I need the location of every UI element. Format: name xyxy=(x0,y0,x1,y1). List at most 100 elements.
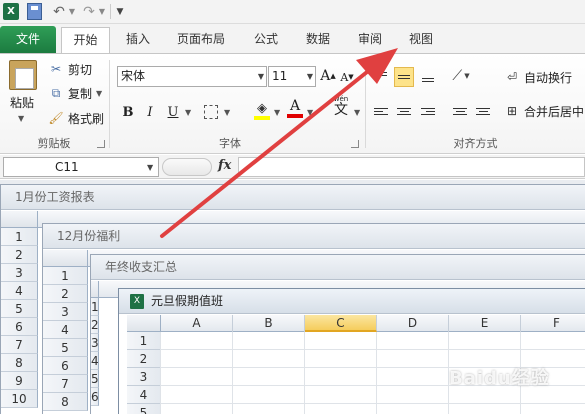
copy-icon: ⧉ xyxy=(51,85,61,100)
row-header[interactable]: 6 xyxy=(1,318,38,336)
undo-icon[interactable]: ↶ xyxy=(52,3,66,20)
font-launcher-icon[interactable] xyxy=(351,140,359,148)
tab-page-layout[interactable]: 页面布局 xyxy=(170,27,232,54)
cut-button[interactable]: ✂ 剪切 xyxy=(48,60,92,78)
excel-icon[interactable]: X xyxy=(3,3,19,20)
font-name-select[interactable]: 宋体 ▼ xyxy=(117,66,267,87)
row-header[interactable]: 2 xyxy=(43,285,88,303)
underline-button[interactable]: U xyxy=(164,102,182,122)
column-header[interactable]: C xyxy=(305,315,377,332)
decrease-indent-button[interactable] xyxy=(450,101,470,121)
underline-dropdown-icon[interactable]: ▼ xyxy=(185,108,191,117)
row-header[interactable]: 1 xyxy=(127,332,161,350)
select-all-corner[interactable] xyxy=(1,211,38,228)
row-header[interactable]: 4 xyxy=(127,386,161,404)
gridline xyxy=(232,332,233,414)
tab-review[interactable]: 审阅 xyxy=(352,27,388,54)
row-header[interactable]: 7 xyxy=(43,375,88,393)
formula-bar-splitter[interactable] xyxy=(162,158,212,176)
tab-view[interactable]: 视图 xyxy=(403,27,439,54)
paste-button[interactable]: 粘贴 xyxy=(10,94,34,111)
row-header[interactable]: 3 xyxy=(127,368,161,386)
tab-insert[interactable]: 插入 xyxy=(120,27,156,54)
row-header[interactable]: 7 xyxy=(1,336,38,354)
middle-align-button[interactable] xyxy=(394,67,414,87)
row-header[interactable]: 10 xyxy=(1,390,38,408)
borders-button[interactable] xyxy=(200,102,222,122)
redo-icon[interactable]: ↷ xyxy=(82,3,96,20)
customize-toolbar-icon[interactable]: ▼ xyxy=(115,3,125,20)
align-left-button[interactable] xyxy=(371,101,391,121)
formula-input[interactable] xyxy=(238,157,585,177)
redo-dropdown-icon[interactable]: ▼ xyxy=(98,3,106,20)
tab-data[interactable]: 数据 xyxy=(300,27,336,54)
row-header[interactable]: 4 xyxy=(1,282,38,300)
row-header[interactable]: 5 xyxy=(91,370,99,388)
tab-file[interactable]: 文件 xyxy=(0,26,56,54)
undo-dropdown-icon[interactable]: ▼ xyxy=(68,3,76,20)
fill-color-button[interactable]: ◈ xyxy=(252,100,272,120)
row-header[interactable]: 5 xyxy=(1,300,38,318)
chevron-down-icon[interactable]: ▼ xyxy=(147,163,153,172)
column-header[interactable]: D xyxy=(377,315,449,332)
clipboard-launcher-icon[interactable] xyxy=(97,140,105,148)
row-header[interactable]: 8 xyxy=(1,354,38,372)
phonetic-button[interactable]: wén 文 xyxy=(328,95,354,117)
phonetic-dropdown-icon[interactable]: ▼ xyxy=(354,108,360,117)
row-header[interactable]: 2 xyxy=(1,246,38,264)
row-header[interactable]: 1 xyxy=(91,298,99,316)
copy-dropdown-icon[interactable]: ▼ xyxy=(96,89,102,98)
row-header[interactable]: 6 xyxy=(43,357,88,375)
top-align-button[interactable] xyxy=(371,65,391,85)
column-header[interactable]: F xyxy=(521,315,585,332)
select-all-corner[interactable] xyxy=(127,315,161,332)
save-icon[interactable] xyxy=(27,3,42,20)
font-color-dropdown-icon[interactable]: ▼ xyxy=(307,108,313,117)
font-color-button[interactable]: A xyxy=(286,98,304,118)
column-header[interactable]: E xyxy=(449,315,521,332)
quick-access-toolbar: X ↶ ▼ ↷ ▼ ▼ xyxy=(0,0,585,24)
format-painter-button[interactable]: 🖌 格式刷 xyxy=(48,109,104,127)
wrap-text-button[interactable]: ⏎ 自动换行 xyxy=(504,68,572,86)
align-right-button[interactable] xyxy=(418,101,438,121)
align-center-button[interactable] xyxy=(394,101,414,121)
copy-button[interactable]: ⧉ 复制 ▼ xyxy=(48,84,102,102)
bold-button[interactable]: B xyxy=(119,102,137,122)
increase-indent-button[interactable] xyxy=(473,101,493,121)
row-header[interactable]: 6 xyxy=(91,388,99,406)
column-header[interactable]: B xyxy=(233,315,305,332)
fill-color-dropdown-icon[interactable]: ▼ xyxy=(274,108,280,117)
row-header[interactable]: 2 xyxy=(91,316,99,334)
grow-font-button[interactable]: A ▲ xyxy=(320,66,336,86)
row-header[interactable]: 4 xyxy=(43,321,88,339)
workbook-window-4[interactable]: X 元旦假期值班 ABCDEF 12345 xyxy=(118,288,585,414)
row-header[interactable]: 3 xyxy=(43,303,88,321)
shrink-font-button[interactable]: A ▼ xyxy=(340,67,354,87)
column-header[interactable]: A xyxy=(161,315,233,332)
italic-button[interactable]: I xyxy=(141,102,159,122)
row-header[interactable]: 4 xyxy=(91,352,99,370)
bottom-align-button[interactable] xyxy=(418,68,438,88)
row-header[interactable]: 2 xyxy=(127,350,161,368)
paste-icon[interactable] xyxy=(9,60,37,90)
insert-function-icon[interactable]: fx xyxy=(218,158,231,173)
grow-font-icon: A xyxy=(320,68,331,84)
row-header[interactable]: 3 xyxy=(91,334,99,352)
select-all-corner[interactable] xyxy=(43,250,88,267)
row-header[interactable]: 9 xyxy=(1,372,38,390)
row-header[interactable]: 5 xyxy=(43,339,88,357)
paste-dropdown-icon[interactable]: ▼ xyxy=(18,114,24,123)
tab-home[interactable]: 开始 xyxy=(61,27,110,54)
row-header[interactable]: 8 xyxy=(43,393,88,411)
merge-center-button[interactable]: ⊞ 合并后居中 xyxy=(504,102,584,120)
select-all-corner[interactable] xyxy=(91,281,99,298)
borders-dropdown-icon[interactable]: ▼ xyxy=(224,108,230,117)
name-box[interactable]: C11 xyxy=(3,157,159,177)
font-size-select[interactable]: 11 ▼ xyxy=(268,66,316,87)
row-header[interactable]: 1 xyxy=(43,267,88,285)
row-header[interactable]: 5 xyxy=(127,404,161,414)
tab-formulas[interactable]: 公式 xyxy=(248,27,284,54)
orientation-button[interactable]: ⟋ ▼ xyxy=(450,66,472,86)
row-header[interactable]: 1 xyxy=(1,228,38,246)
row-header[interactable]: 3 xyxy=(1,264,38,282)
